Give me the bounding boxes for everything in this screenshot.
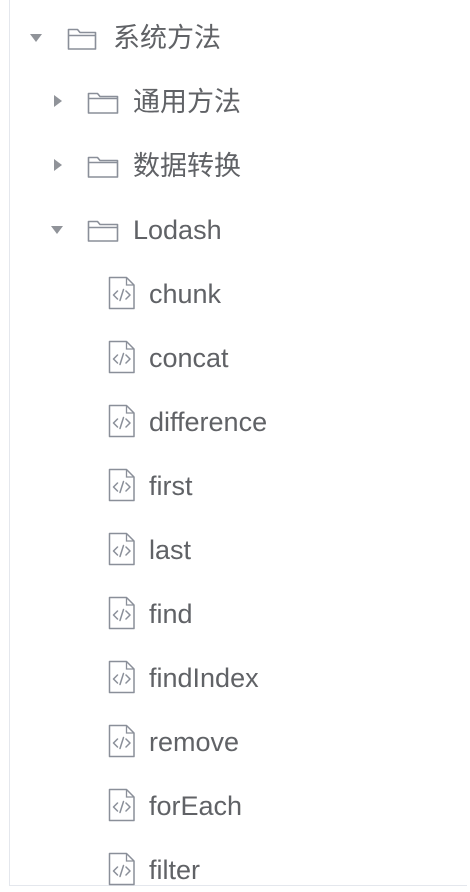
tree-leaf-chunk[interactable]: chunk [10,262,467,326]
tree-leaf-last[interactable]: last [10,518,467,582]
tree-leaf-label: remove [149,727,240,757]
tree-leaf-filter[interactable]: filter [10,838,467,892]
tree-leaf-label: difference [149,407,268,437]
tree-node-label: Lodash [133,215,222,245]
code-file-icon [108,532,135,566]
caret-down-icon[interactable] [30,34,42,42]
tree-node-data-conversion[interactable]: 数据转换 [10,134,467,198]
code-file-icon [108,852,135,886]
folder-open-icon [67,28,97,50]
folder-icon [87,156,119,178]
code-file-icon [108,596,135,630]
code-file-icon [108,724,135,758]
tree-leaf-first[interactable]: first [10,454,467,518]
tree-leaf-difference[interactable]: difference [10,390,467,454]
tree: 系统方法 通用方法 数据转换 Lodash chunk concat diffe… [10,6,467,892]
code-file-icon [108,788,135,822]
code-file-icon [108,404,135,438]
tree-leaf-label: first [149,471,193,501]
caret-down-icon[interactable] [51,226,63,234]
tree-leaf-concat[interactable]: concat [10,326,467,390]
tree-node-general-methods[interactable]: 通用方法 [10,70,467,134]
folder-open-icon [87,220,119,242]
tree-panel: 系统方法 通用方法 数据转换 Lodash chunk concat diffe… [9,0,467,886]
tree-leaf-label: last [149,535,192,565]
tree-leaf-label: findIndex [149,663,259,693]
tree-node-lodash[interactable]: Lodash [10,198,467,262]
caret-right-icon[interactable] [54,95,62,107]
tree-leaf-label: filter [149,855,201,885]
tree-leaf-label: forEach [149,791,243,821]
tree-leaf-foreach[interactable]: forEach [10,774,467,838]
tree-node-system-methods[interactable]: 系统方法 [10,6,467,70]
tree-leaf-remove[interactable]: remove [10,710,467,774]
tree-leaf-label: find [149,599,193,629]
caret-right-icon[interactable] [54,159,62,171]
tree-leaf-find[interactable]: find [10,582,467,646]
code-file-icon [108,340,135,374]
code-file-icon [108,468,135,502]
tree-leaf-findindex[interactable]: findIndex [10,646,467,710]
tree-leaf-label: concat [149,343,229,373]
tree-node-label: 数据转换 [133,151,241,182]
code-file-icon [108,660,135,694]
folder-icon [87,92,119,114]
tree-node-label: 系统方法 [113,23,221,54]
code-file-icon [108,276,135,310]
tree-leaf-label: chunk [149,279,222,309]
tree-node-label: 通用方法 [133,87,241,118]
